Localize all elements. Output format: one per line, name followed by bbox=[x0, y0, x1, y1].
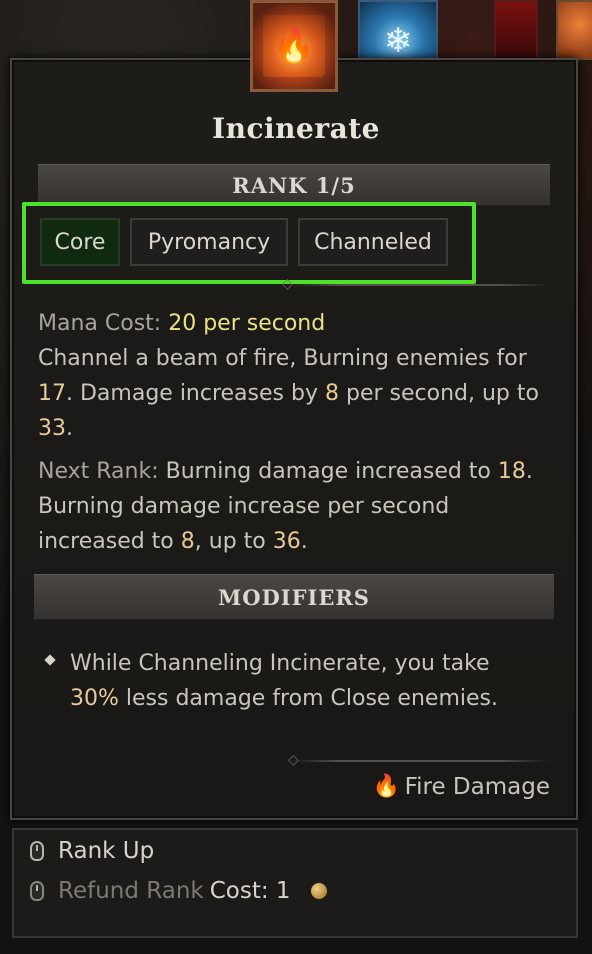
refund-cost-label: Cost: 1 bbox=[209, 878, 291, 904]
modifiers-title: MODIFIERS bbox=[218, 584, 370, 610]
modifiers-banner: MODIFIERS bbox=[34, 574, 554, 620]
skill-slot-fire-right[interactable] bbox=[556, 0, 592, 60]
modifier-text-a: While Channeling Incinerate, you take bbox=[70, 651, 490, 676]
mouse-right-icon bbox=[30, 881, 44, 901]
next-rank-text-c: , up to bbox=[194, 529, 273, 554]
divider-ornament: ◇ bbox=[282, 276, 293, 292]
refund-rank-label: Refund Rank bbox=[58, 878, 204, 904]
mana-cost-label: Mana Cost: bbox=[38, 311, 162, 336]
modifier-value: 30% bbox=[70, 686, 119, 711]
next-rank-max-value: 36 bbox=[272, 529, 301, 554]
incinerate-flame-icon: 🔥 bbox=[263, 15, 325, 77]
desc-max-value: 33 bbox=[38, 416, 66, 441]
fire-icon: 🔥 bbox=[372, 774, 400, 799]
section-divider-bottom bbox=[290, 760, 550, 762]
next-rank-label: Next Rank: bbox=[38, 459, 159, 484]
desc-line-1: Channel a beam of fire, Burning enemies … bbox=[38, 346, 527, 371]
mouse-left-icon bbox=[30, 841, 44, 861]
skill-description: Mana Cost: 20 per second Channel a beam … bbox=[38, 306, 558, 446]
desc-period: . bbox=[66, 416, 73, 441]
coin-icon bbox=[310, 883, 327, 899]
mana-cost-value: 20 per second bbox=[168, 311, 326, 336]
next-rank-increase-value: 8 bbox=[180, 529, 195, 554]
damage-type-label: Fire Damage bbox=[404, 774, 550, 800]
desc-line-2a: . Damage increases by bbox=[66, 381, 325, 406]
refund-rank-action[interactable]: Refund Rank Cost: 1 bbox=[30, 878, 327, 904]
next-rank-text-a: Burning damage increased to bbox=[158, 459, 498, 484]
modifier-item: While Channeling Incinerate, you take 30… bbox=[70, 646, 540, 716]
next-rank-period1: . bbox=[525, 459, 533, 484]
damage-type: 🔥 Fire Damage bbox=[373, 770, 550, 804]
rank-label: RANK 1/5 bbox=[232, 172, 356, 198]
next-rank-description: Next Rank: Burning damage increased to 1… bbox=[38, 454, 558, 559]
tag-core[interactable]: Core bbox=[40, 218, 120, 266]
next-rank-burn-value: 18 bbox=[497, 459, 526, 484]
desc-line-2b: per second, up to bbox=[338, 381, 539, 406]
rank-up-label: Rank Up bbox=[58, 838, 155, 864]
divider-ornament-bottom: ◇ bbox=[288, 752, 299, 768]
next-rank-period2: . bbox=[300, 529, 308, 554]
section-divider bbox=[290, 284, 550, 286]
desc-increase-value: 8 bbox=[324, 381, 339, 406]
tag-channeled[interactable]: Channeled bbox=[298, 218, 448, 266]
rank-banner: RANK 1/5 bbox=[38, 164, 550, 206]
rank-up-action[interactable]: Rank Up bbox=[30, 838, 154, 864]
modifier-text-b: less damage from Close enemies. bbox=[118, 686, 498, 711]
skill-title: Incinerate bbox=[212, 112, 380, 145]
incinerate-skill-icon[interactable]: 🔥 bbox=[250, 0, 338, 92]
skill-slot-red[interactable] bbox=[494, 0, 538, 60]
desc-burn-value: 17 bbox=[38, 381, 66, 406]
tag-pyromancy[interactable]: Pyromancy bbox=[130, 218, 288, 266]
